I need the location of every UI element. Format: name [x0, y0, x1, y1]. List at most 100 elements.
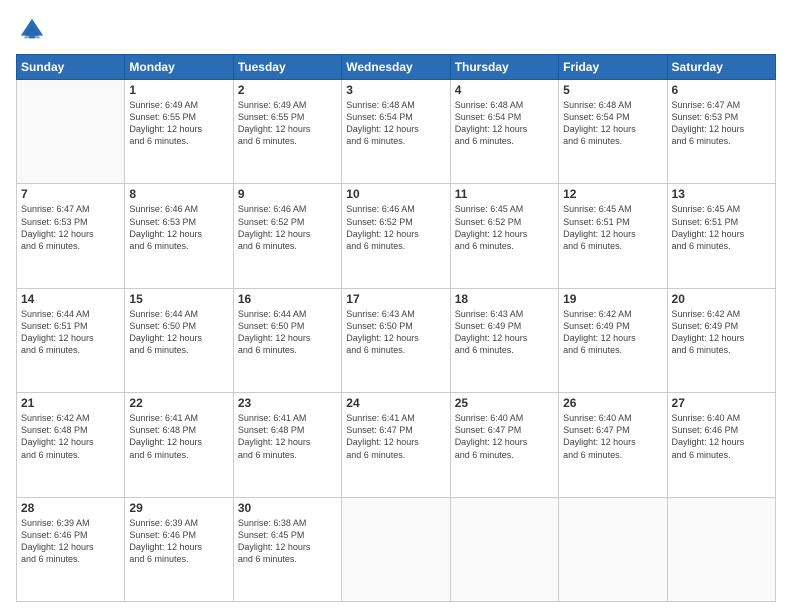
day-info: Sunrise: 6:41 AM Sunset: 6:48 PM Dayligh…	[238, 412, 337, 461]
day-number: 5	[563, 83, 662, 97]
calendar-cell: 19Sunrise: 6:42 AM Sunset: 6:49 PM Dayli…	[559, 288, 667, 392]
day-number: 28	[21, 501, 120, 515]
day-number: 21	[21, 396, 120, 410]
day-info: Sunrise: 6:40 AM Sunset: 6:46 PM Dayligh…	[672, 412, 771, 461]
day-number: 22	[129, 396, 228, 410]
week-row-3: 21 Sunrise: 6:42 AM Sunset: 6:48 PM Dayli…	[17, 393, 776, 497]
calendar-cell: 16Sunrise: 6:44 AM Sunset: 6:50 PM Dayli…	[233, 288, 341, 392]
calendar-cell: 21 Sunrise: 6:42 AM Sunset: 6:48 PM Dayli…	[17, 393, 125, 497]
calendar-cell: 12Sunrise: 6:45 AM Sunset: 6:51 PM Dayli…	[559, 184, 667, 288]
calendar-cell	[559, 497, 667, 601]
calendar-cell	[667, 497, 775, 601]
day-number: 10	[346, 187, 445, 201]
calendar-cell: 18 Sunrise: 6:43 AM Sunset: 6:49 PM Dayli…	[450, 288, 558, 392]
weekday-header-monday: Monday	[125, 55, 233, 80]
day-info: Sunrise: 6:48 AM Sunset: 6:54 PM Dayligh…	[455, 99, 554, 148]
calendar-cell: 23 Sunrise: 6:41 AM Sunset: 6:48 PM Dayli…	[233, 393, 341, 497]
calendar-cell: 10 Sunrise: 6:46 AM Sunset: 6:52 PM Dayli…	[342, 184, 450, 288]
calendar-table: SundayMondayTuesdayWednesdayThursdayFrid…	[16, 54, 776, 602]
day-number: 3	[346, 83, 445, 97]
day-info: Sunrise: 6:43 AM Sunset: 6:50 PM Dayligh…	[346, 308, 445, 357]
weekday-header-friday: Friday	[559, 55, 667, 80]
day-number: 14	[21, 292, 120, 306]
day-info: Sunrise: 6:42 AM Sunset: 6:48 PM Dayligh…	[21, 412, 120, 461]
calendar-cell: 13 Sunrise: 6:45 AM Sunset: 6:51 PM Dayli…	[667, 184, 775, 288]
calendar-cell: 15Sunrise: 6:44 AM Sunset: 6:50 PM Dayli…	[125, 288, 233, 392]
week-row-1: 7Sunrise: 6:47 AM Sunset: 6:53 PM Daylig…	[17, 184, 776, 288]
day-info: Sunrise: 6:41 AM Sunset: 6:47 PM Dayligh…	[346, 412, 445, 461]
calendar-cell: 25 Sunrise: 6:40 AM Sunset: 6:47 PM Dayli…	[450, 393, 558, 497]
day-info: Sunrise: 6:42 AM Sunset: 6:49 PM Dayligh…	[563, 308, 662, 357]
day-info: Sunrise: 6:46 AM Sunset: 6:53 PM Dayligh…	[129, 203, 228, 252]
calendar-cell: 22 Sunrise: 6:41 AM Sunset: 6:48 PM Dayli…	[125, 393, 233, 497]
calendar-cell: 9Sunrise: 6:46 AM Sunset: 6:52 PM Daylig…	[233, 184, 341, 288]
day-info: Sunrise: 6:49 AM Sunset: 6:55 PM Dayligh…	[238, 99, 337, 148]
calendar-cell: 5 Sunrise: 6:48 AM Sunset: 6:54 PM Daylig…	[559, 80, 667, 184]
day-number: 15	[129, 292, 228, 306]
week-row-0: 1 Sunrise: 6:49 AM Sunset: 6:55 PM Daylig…	[17, 80, 776, 184]
header	[16, 16, 776, 44]
calendar-cell	[17, 80, 125, 184]
day-info: Sunrise: 6:38 AM Sunset: 6:45 PM Dayligh…	[238, 517, 337, 566]
page: SundayMondayTuesdayWednesdayThursdayFrid…	[0, 0, 792, 612]
day-info: Sunrise: 6:48 AM Sunset: 6:54 PM Dayligh…	[563, 99, 662, 148]
day-number: 24	[346, 396, 445, 410]
day-info: Sunrise: 6:49 AM Sunset: 6:55 PM Dayligh…	[129, 99, 228, 148]
calendar-cell: 28Sunrise: 6:39 AM Sunset: 6:46 PM Dayli…	[17, 497, 125, 601]
day-info: Sunrise: 6:45 AM Sunset: 6:51 PM Dayligh…	[672, 203, 771, 252]
day-number: 18	[455, 292, 554, 306]
calendar-cell: 14 Sunrise: 6:44 AM Sunset: 6:51 PM Dayli…	[17, 288, 125, 392]
calendar-cell: 26 Sunrise: 6:40 AM Sunset: 6:47 PM Dayli…	[559, 393, 667, 497]
day-info: Sunrise: 6:45 AM Sunset: 6:52 PM Dayligh…	[455, 203, 554, 252]
day-info: Sunrise: 6:47 AM Sunset: 6:53 PM Dayligh…	[21, 203, 120, 252]
day-number: 23	[238, 396, 337, 410]
day-number: 1	[129, 83, 228, 97]
weekday-header-thursday: Thursday	[450, 55, 558, 80]
calendar-cell: 2 Sunrise: 6:49 AM Sunset: 6:55 PM Daylig…	[233, 80, 341, 184]
day-info: Sunrise: 6:40 AM Sunset: 6:47 PM Dayligh…	[563, 412, 662, 461]
day-number: 8	[129, 187, 228, 201]
day-info: Sunrise: 6:43 AM Sunset: 6:49 PM Dayligh…	[455, 308, 554, 357]
day-info: Sunrise: 6:45 AM Sunset: 6:51 PM Dayligh…	[563, 203, 662, 252]
day-number: 11	[455, 187, 554, 201]
calendar-cell: 27 Sunrise: 6:40 AM Sunset: 6:46 PM Dayli…	[667, 393, 775, 497]
calendar-cell: 29 Sunrise: 6:39 AM Sunset: 6:46 PM Dayli…	[125, 497, 233, 601]
day-number: 6	[672, 83, 771, 97]
day-number: 13	[672, 187, 771, 201]
day-info: Sunrise: 6:39 AM Sunset: 6:46 PM Dayligh…	[129, 517, 228, 566]
day-info: Sunrise: 6:44 AM Sunset: 6:50 PM Dayligh…	[238, 308, 337, 357]
calendar-cell: 1 Sunrise: 6:49 AM Sunset: 6:55 PM Daylig…	[125, 80, 233, 184]
day-number: 30	[238, 501, 337, 515]
day-number: 4	[455, 83, 554, 97]
calendar-cell: 8 Sunrise: 6:46 AM Sunset: 6:53 PM Daylig…	[125, 184, 233, 288]
day-number: 9	[238, 187, 337, 201]
day-number: 29	[129, 501, 228, 515]
calendar-cell: 6Sunrise: 6:47 AM Sunset: 6:53 PM Daylig…	[667, 80, 775, 184]
day-number: 20	[672, 292, 771, 306]
weekday-header-wednesday: Wednesday	[342, 55, 450, 80]
calendar-cell: 30 Sunrise: 6:38 AM Sunset: 6:45 PM Dayli…	[233, 497, 341, 601]
day-number: 17	[346, 292, 445, 306]
calendar-cell: 3Sunrise: 6:48 AM Sunset: 6:54 PM Daylig…	[342, 80, 450, 184]
logo-wrapper	[16, 16, 50, 44]
logo	[16, 16, 50, 44]
day-number: 27	[672, 396, 771, 410]
week-row-4: 28 Sunrise: 6:39 AM Sunset: 6:46 PM Dayli…	[17, 497, 776, 601]
weekday-header-tuesday: Tuesday	[233, 55, 341, 80]
day-number: 2	[238, 83, 337, 97]
calendar-cell: 17 Sunrise: 6:43 AM Sunset: 6:50 PM Dayli…	[342, 288, 450, 392]
day-info: Sunrise: 6:46 AM Sunset: 6:52 PM Dayligh…	[346, 203, 445, 252]
day-number: 25	[455, 396, 554, 410]
weekday-header-sunday: Sunday	[17, 55, 125, 80]
calendar-cell: 4 Sunrise: 6:48 AM Sunset: 6:54 PM Daylig…	[450, 80, 558, 184]
day-info: Sunrise: 6:41 AM Sunset: 6:48 PM Dayligh…	[129, 412, 228, 461]
calendar-cell	[342, 497, 450, 601]
calendar-cell: 11 Sunrise: 6:45 AM Sunset: 6:52 PM Dayli…	[450, 184, 558, 288]
day-info: Sunrise: 6:42 AM Sunset: 6:49 PM Dayligh…	[672, 308, 771, 357]
calendar-cell: 20 Sunrise: 6:42 AM Sunset: 6:49 PM Dayli…	[667, 288, 775, 392]
day-info: Sunrise: 6:40 AM Sunset: 6:47 PM Dayligh…	[455, 412, 554, 461]
logo-icon	[18, 16, 46, 44]
calendar-cell: 24 Sunrise: 6:41 AM Sunset: 6:47 PM Dayli…	[342, 393, 450, 497]
day-info: Sunrise: 6:44 AM Sunset: 6:51 PM Dayligh…	[21, 308, 120, 357]
day-number: 26	[563, 396, 662, 410]
